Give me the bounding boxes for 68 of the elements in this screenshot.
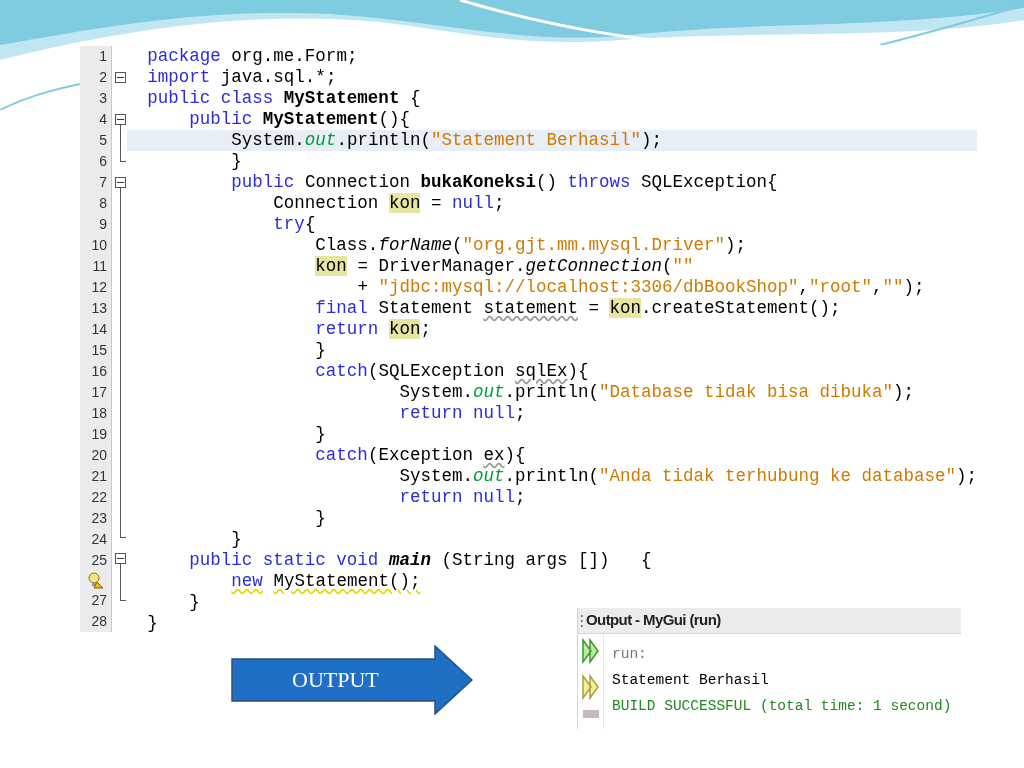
code-line: try{: [272, 214, 316, 235]
current-code-line: System.out.println("Statement Berhasil");: [230, 130, 662, 151]
arrow-label: OUTPUT: [292, 667, 379, 693]
output-line: run:: [612, 645, 648, 664]
line-number: 6: [99, 152, 107, 171]
collapse-toggle[interactable]: [115, 176, 126, 188]
line-number: 9: [99, 215, 107, 234]
line-number: 7: [99, 173, 107, 192]
collapse-toggle[interactable]: [115, 71, 126, 83]
code-line: + "jdbc:mysql://localhost:3306/dbBookShop","root","");: [356, 277, 925, 298]
code-line: public MyStatement(){: [188, 109, 410, 130]
line-number: 28: [91, 612, 107, 631]
code-line: return null;: [398, 403, 526, 424]
line-number: 5: [99, 131, 107, 150]
line-number: 22: [91, 488, 107, 507]
code-line: kon = DriverManager.getConnection("": [314, 256, 694, 277]
code-line: }: [314, 340, 326, 361]
rerun-icon[interactable]: [580, 638, 601, 664]
rerun-with-options-icon[interactable]: [580, 674, 601, 700]
code-line: }: [230, 529, 242, 550]
line-number: 11: [92, 257, 107, 276]
line-number: 8: [99, 194, 107, 213]
hint-bulb-icon[interactable]: [87, 572, 104, 589]
code-line: System.out.println("Anda tidak terhubung ke database");: [398, 466, 977, 487]
output-line: BUILD SUCCESSFUL (total time: 1 second): [612, 697, 952, 716]
line-number: 16: [91, 362, 107, 381]
line-number: 2: [99, 68, 107, 87]
code-line: }: [230, 151, 242, 172]
code-line: public Connection bukaKoneksi() throws SQLException{: [230, 172, 778, 193]
collapse-toggle[interactable]: [115, 553, 126, 565]
line-number: 18: [91, 404, 107, 423]
code-line: final Statement statement = kon.createStatement();: [314, 298, 841, 319]
code-line: Class.forName("org.gjt.mm.mysql.Driver");: [314, 235, 746, 256]
line-number: 25: [91, 551, 107, 570]
line-number: 27: [91, 591, 107, 610]
code-line: import java.sql.*;: [147, 67, 337, 88]
line-number: 12: [91, 278, 107, 297]
line-number: 1: [99, 47, 107, 66]
line-number: 21: [91, 467, 107, 486]
line-number: 10: [91, 236, 107, 255]
line-number: 19: [91, 425, 107, 444]
code-line: public class MyStatement {: [147, 88, 421, 109]
line-number: 23: [91, 509, 107, 528]
collapse-toggle[interactable]: [115, 113, 126, 125]
code-line: public static void main (String args []) {: [188, 550, 652, 571]
line-number: 14: [91, 320, 107, 339]
line-number: 13: [91, 299, 107, 318]
line-number: 20: [91, 446, 107, 465]
line-number: 17: [91, 383, 107, 402]
line-number: 15: [91, 341, 107, 360]
line-number: 4: [99, 110, 107, 129]
line-number: 3: [99, 89, 107, 108]
code-line: System.out.println("Database tidak bisa dibuka");: [398, 382, 914, 403]
code-line: catch(Exception ex){: [314, 445, 526, 466]
code-line: return null;: [398, 487, 526, 508]
output-line: Statement Berhasil: [612, 671, 770, 690]
code-line: catch(SQLException sqlEx){: [314, 361, 589, 382]
code-line: }: [314, 508, 326, 529]
code-line: Connection kon = null;: [272, 193, 505, 214]
code-line: }: [147, 613, 158, 634]
code-line: return kon;: [314, 319, 431, 340]
code-line: }: [188, 592, 200, 613]
code-line: new MyStatement();: [230, 571, 421, 592]
code-line: package org.me.Form;: [147, 46, 358, 67]
code-line: }: [314, 424, 326, 445]
grip-icon: [580, 612, 583, 629]
output-title: Output - MyGui (run): [586, 610, 721, 631]
line-number: 24: [91, 530, 107, 549]
